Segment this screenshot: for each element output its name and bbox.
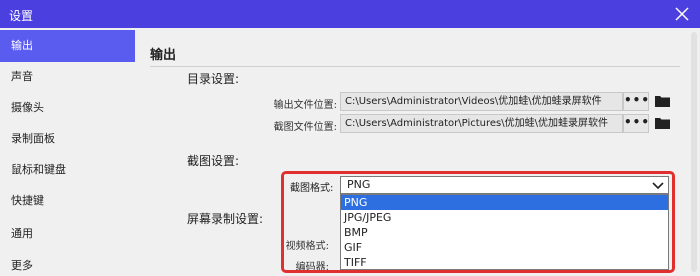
sidebar-item-hotkeys[interactable]: 快捷键 — [0, 185, 135, 217]
section-title: 输出 — [150, 48, 177, 63]
chevron-down-icon — [652, 182, 664, 190]
section-divider — [150, 66, 680, 67]
format-option-tiff[interactable]: TIFF — [341, 255, 668, 270]
screenshot-location-label: 截图文件位置: — [273, 122, 337, 133]
format-option-gif[interactable]: GIF — [341, 240, 668, 255]
screenshot-settings-label: 截图设置: — [187, 154, 240, 168]
output-path-field[interactable]: C:\Users\Administrator\Videos\优加蛙\优加蛙录屏软… — [340, 92, 623, 111]
close-icon[interactable] — [672, 4, 692, 24]
format-option-jpg[interactable]: JPG/JPEG — [341, 210, 668, 225]
sidebar-item-mouse-keyboard[interactable]: 鼠标和键盘 — [0, 154, 135, 186]
directory-settings-label: 目录设置: — [187, 72, 240, 86]
output-folder-icon[interactable] — [655, 95, 670, 107]
title-bar: 设置 — [0, 0, 700, 28]
output-browse-button[interactable]: ••• — [623, 92, 649, 111]
sidebar-item-more[interactable]: 更多 — [0, 250, 135, 276]
sidebar: 输出 声音 摄像头 录制面板 鼠标和键盘 快捷键 通用 更多 — [0, 28, 135, 276]
output-location-label: 输出文件位置: — [273, 100, 337, 111]
recording-settings-label: 屏幕录制设置: — [187, 212, 264, 226]
format-dropdown-list: PNG JPG/JPEG BMP GIF TIFF — [340, 194, 669, 270]
sidebar-item-camera[interactable]: 摄像头 — [0, 92, 135, 124]
sidebar-item-general[interactable]: 通用 — [0, 218, 135, 250]
window-title: 设置 — [9, 9, 34, 23]
sidebar-item-record-panel[interactable]: 录制面板 — [0, 123, 135, 155]
format-option-bmp[interactable]: BMP — [341, 225, 668, 240]
screenshot-format-value: PNG — [347, 178, 371, 191]
screenshot-folder-icon[interactable] — [655, 117, 670, 129]
screenshot-browse-button[interactable]: ••• — [623, 114, 649, 133]
screenshot-path-field[interactable]: C:\Users\Administrator\Pictures\优加蛙\优加蛙录… — [340, 114, 623, 133]
screenshot-format-label: 截图格式: — [290, 183, 334, 194]
sidebar-item-sound[interactable]: 声音 — [0, 61, 135, 93]
sidebar-item-output[interactable]: 输出 — [0, 30, 135, 62]
scrollbar[interactable] — [691, 32, 697, 272]
screenshot-format-select[interactable]: PNG — [340, 176, 669, 194]
format-option-png[interactable]: PNG — [341, 195, 668, 210]
